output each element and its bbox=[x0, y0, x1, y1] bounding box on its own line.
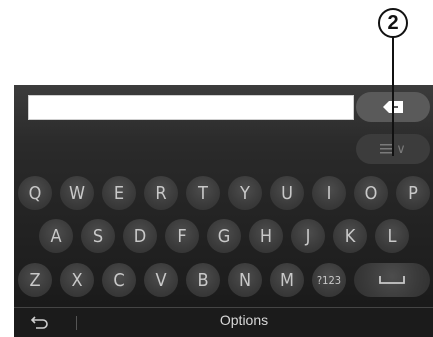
key-t[interactable]: T bbox=[186, 176, 220, 210]
key-u[interactable]: U bbox=[270, 176, 304, 210]
key-c[interactable]: C bbox=[102, 263, 136, 297]
bar-divider bbox=[76, 316, 77, 330]
key-g[interactable]: G bbox=[207, 219, 241, 253]
options-button[interactable]: Options bbox=[174, 312, 314, 328]
chevron-down-icon: ∨ bbox=[396, 141, 406, 157]
back-arrow-icon bbox=[30, 316, 48, 329]
key-e[interactable]: E bbox=[102, 176, 136, 210]
key-h[interactable]: H bbox=[249, 219, 283, 253]
key-m[interactable]: M bbox=[270, 263, 304, 297]
key-b[interactable]: B bbox=[186, 263, 220, 297]
key-o[interactable]: O bbox=[354, 176, 388, 210]
key-l[interactable]: L bbox=[375, 219, 409, 253]
callout-leader-line bbox=[392, 37, 394, 156]
key-r[interactable]: R bbox=[144, 176, 178, 210]
callout-badge: 2 bbox=[378, 8, 408, 38]
key-k[interactable]: K bbox=[333, 219, 367, 253]
key-d[interactable]: D bbox=[123, 219, 157, 253]
key-y[interactable]: Y bbox=[228, 176, 262, 210]
key-a[interactable]: A bbox=[39, 219, 73, 253]
key-z[interactable]: Z bbox=[18, 263, 52, 297]
key-p[interactable]: P bbox=[396, 176, 430, 210]
space-icon bbox=[379, 276, 405, 284]
callout-number: 2 bbox=[387, 11, 399, 34]
back-button[interactable] bbox=[24, 313, 54, 331]
key-symbols[interactable]: ?123 bbox=[312, 263, 346, 297]
key-i[interactable]: I bbox=[312, 176, 346, 210]
key-f[interactable]: F bbox=[165, 219, 199, 253]
key-n[interactable]: N bbox=[228, 263, 262, 297]
keyboard-screen: ∨ Q W E R T Y U I O P A S D F G H J K L … bbox=[14, 85, 433, 337]
key-v[interactable]: V bbox=[144, 263, 178, 297]
list-icon bbox=[380, 144, 393, 154]
key-x[interactable]: X bbox=[60, 263, 94, 297]
key-q[interactable]: Q bbox=[18, 176, 52, 210]
key-s[interactable]: S bbox=[81, 219, 115, 253]
search-input[interactable] bbox=[28, 95, 354, 120]
bottom-bar: Options bbox=[14, 307, 433, 337]
key-j[interactable]: J bbox=[291, 219, 325, 253]
key-w[interactable]: W bbox=[60, 176, 94, 210]
space-key[interactable] bbox=[354, 263, 430, 297]
